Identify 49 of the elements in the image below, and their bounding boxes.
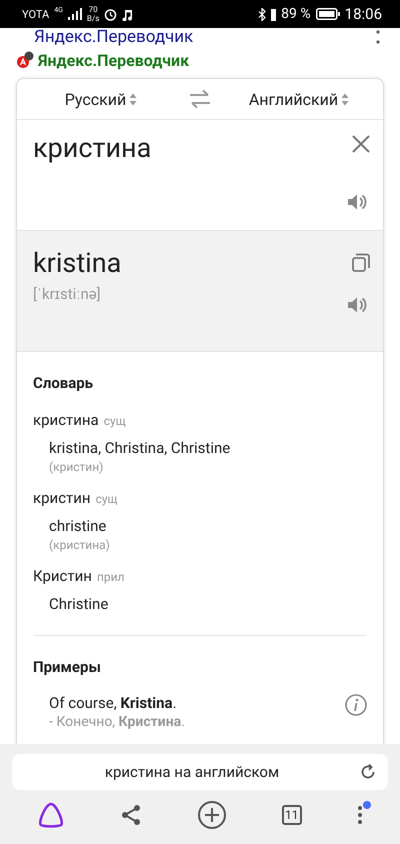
site-name: Яндекс.Переводчик [38, 50, 190, 70]
new-tab-icon[interactable] [196, 800, 227, 830]
more-menu-icon[interactable] [356, 805, 363, 825]
battery-level-icon [271, 8, 276, 20]
info-icon[interactable] [345, 694, 367, 716]
dictionary-word: кристина [33, 411, 99, 429]
translator-logo-icon [16, 51, 34, 69]
tabs-counter[interactable]: 11 [282, 805, 302, 825]
section-title: Примеры [33, 658, 102, 676]
clock-time: 18:06 [344, 5, 382, 23]
caret-icon [341, 92, 350, 106]
translation-list: christine [49, 517, 367, 535]
carrier-label: YOTA [22, 8, 50, 20]
speed-unit: B/s [86, 14, 100, 23]
source-text-field[interactable]: кристина [33, 120, 347, 230]
close-icon[interactable] [351, 134, 371, 154]
part-of-speech: прил [96, 570, 124, 584]
share-icon[interactable] [120, 804, 142, 826]
translation-text: kristina [33, 247, 122, 279]
bluetooth-icon [258, 8, 266, 20]
source-language-selector[interactable]: Русский [17, 79, 185, 119]
alarm-icon [104, 8, 118, 20]
target-language-selector[interactable]: Английский [215, 79, 383, 119]
assistant-icon[interactable] [37, 802, 66, 828]
battery-percent: 89 % [281, 6, 311, 22]
address-bar[interactable]: кристина на английском [12, 754, 388, 790]
speed-value: 70 [88, 5, 98, 14]
back-translation: (кристин) [49, 460, 104, 474]
dictionary-word: Кристин [33, 567, 92, 585]
overflow-menu-icon[interactable] [376, 30, 380, 44]
caret-icon [129, 92, 138, 106]
dictionary-word: кристин [33, 489, 91, 507]
section-title: Словарь [33, 374, 94, 392]
copy-icon[interactable] [351, 253, 371, 273]
signal-icon [68, 8, 82, 20]
back-translation: (кристина) [49, 538, 111, 552]
translation-list: Christine [49, 595, 367, 613]
search-query: кристина на английском [104, 763, 280, 781]
reload-icon[interactable] [360, 764, 376, 780]
example-translation: - Конечно, Кристина. [49, 714, 186, 730]
battery-icon [316, 8, 340, 20]
part-of-speech: сущ [104, 414, 126, 428]
translation-list: kristina, Christina, Christine [49, 439, 367, 457]
part-of-speech: сущ [96, 492, 118, 506]
example-sentence: Of course, Kristina. [49, 694, 178, 712]
swap-icon[interactable] [188, 89, 212, 109]
page-title: Яндекс.Переводчик [34, 28, 194, 46]
music-note-icon [122, 8, 134, 20]
transcription-text: [ˈkrɪstiːnə] [33, 285, 102, 303]
